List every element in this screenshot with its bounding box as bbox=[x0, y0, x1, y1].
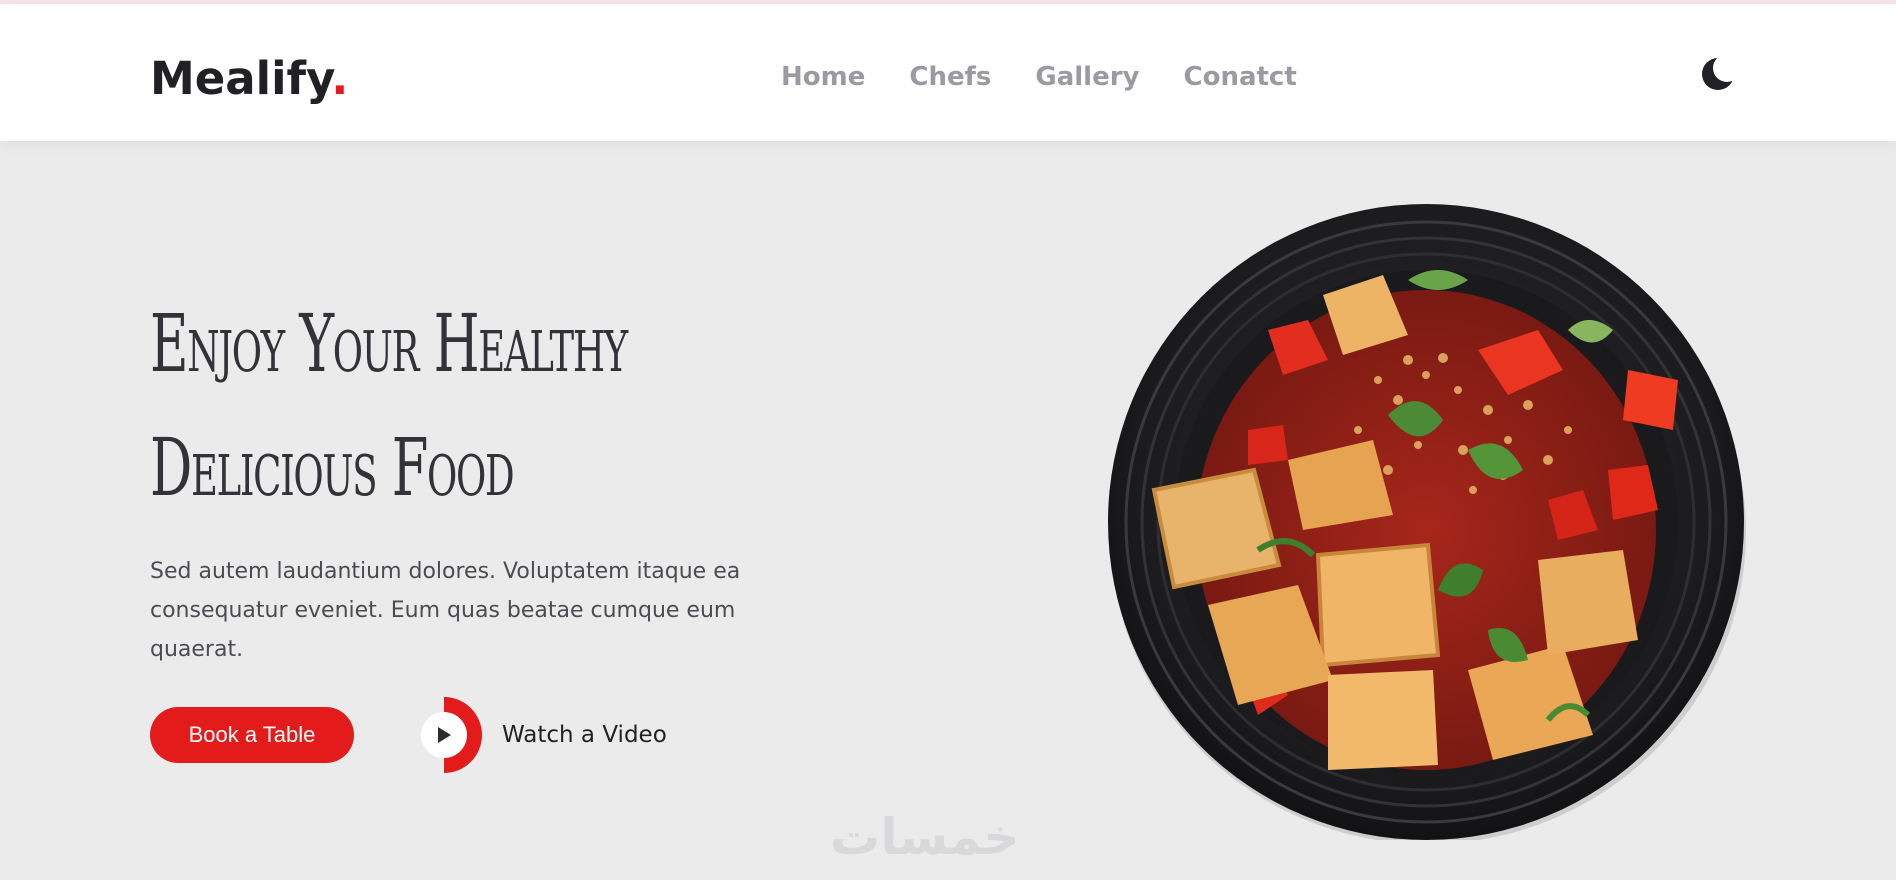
moon-icon[interactable] bbox=[1700, 54, 1741, 92]
hero-title-line-2: Delicious Food bbox=[150, 421, 515, 514]
play-icon bbox=[421, 712, 467, 758]
book-table-button[interactable]: Book a Table bbox=[150, 707, 354, 763]
site-header: Mealify. Home Chefs Gallery Conatct bbox=[0, 4, 1896, 141]
brand-logo[interactable]: Mealify. bbox=[150, 52, 348, 106]
play-ring bbox=[406, 697, 482, 773]
nav-link-home[interactable]: Home bbox=[781, 59, 865, 95]
hero-title-line-1: Enjoy Your Healthy bbox=[150, 297, 628, 390]
watch-video-button[interactable]: Watch a Video bbox=[406, 697, 667, 773]
hero-title: Enjoy Your Healthy Delicious Food bbox=[150, 282, 628, 530]
main-nav: Home Chefs Gallery Conatct bbox=[781, 59, 1341, 95]
nav-link-chefs[interactable]: Chefs bbox=[909, 59, 991, 95]
watch-video-label: Watch a Video bbox=[502, 722, 667, 748]
hero-food-image bbox=[1108, 200, 1748, 844]
hero-description: Sed autem laudantium dolores. Voluptatem… bbox=[150, 559, 741, 662]
brand-name: Mealify bbox=[150, 52, 332, 105]
nav-link-gallery[interactable]: Gallery bbox=[1035, 59, 1139, 95]
brand-dot: . bbox=[331, 52, 349, 105]
watermark: خمسات bbox=[830, 808, 1020, 866]
nav-link-contact[interactable]: Conatct bbox=[1184, 59, 1297, 95]
